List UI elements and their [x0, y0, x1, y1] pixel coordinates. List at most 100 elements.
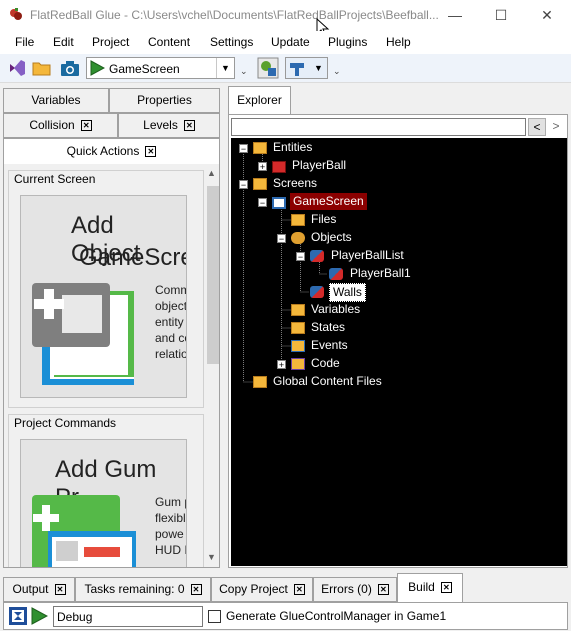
- build-bar: Generate GlueControlManager in Game1: [3, 602, 568, 630]
- menu-project[interactable]: Project: [92, 35, 129, 49]
- tab-tasks-remaining[interactable]: Tasks remaining: 0 ✕: [75, 577, 211, 602]
- tree-collapse-toggle[interactable]: −: [239, 180, 248, 190]
- tree-node-entities[interactable]: Entities: [273, 139, 312, 156]
- chevron-down-icon[interactable]: ▼: [216, 58, 234, 78]
- code-icon: [291, 358, 305, 370]
- tree-node-states[interactable]: States: [311, 319, 345, 336]
- close-icon[interactable]: ✕: [293, 584, 305, 596]
- tab-variables[interactable]: Variables: [3, 88, 109, 113]
- hammer-icon: [290, 63, 304, 76]
- group-header: Current Screen: [14, 172, 96, 186]
- tree-collapse-toggle[interactable]: −: [277, 234, 286, 244]
- scrollbar-thumb[interactable]: [207, 186, 219, 364]
- camera-icon[interactable]: [60, 58, 80, 78]
- menu-help[interactable]: Help: [386, 35, 411, 49]
- menu-update[interactable]: Update: [271, 35, 310, 49]
- close-icon[interactable]: ✕: [54, 584, 66, 596]
- events-icon: [291, 340, 305, 352]
- tab-label: Tasks remaining: 0: [84, 582, 185, 596]
- list-object-icon: [310, 250, 324, 262]
- tree-node-files[interactable]: Files: [311, 211, 336, 228]
- menu-edit[interactable]: Edit: [53, 35, 74, 49]
- tools-dropdown[interactable]: ▼: [285, 57, 328, 79]
- quick-actions-scrollbar[interactable]: ▲ ▼: [205, 166, 219, 566]
- tab-output[interactable]: Output ✕: [3, 577, 75, 602]
- chevron-up-icon[interactable]: ▲: [207, 168, 216, 178]
- tab-label: Properties: [137, 93, 192, 107]
- folder-icon: [253, 178, 267, 190]
- object-icon: [329, 268, 343, 280]
- close-icon[interactable]: ✕: [80, 120, 92, 132]
- add-gum-card[interactable]: Add Gum Pr Gum p flexibl powe HUD I: [20, 439, 187, 567]
- add-object-icon: [32, 283, 134, 385]
- close-icon[interactable]: ✕: [145, 146, 157, 158]
- menu-content[interactable]: Content: [148, 35, 190, 49]
- close-icon[interactable]: ✕: [190, 584, 202, 596]
- close-icon[interactable]: ✕: [183, 120, 195, 132]
- open-folder-icon[interactable]: [32, 58, 52, 78]
- tab-copy-project[interactable]: Copy Project ✕: [211, 577, 313, 602]
- tree-collapse-toggle[interactable]: −: [258, 198, 267, 208]
- toolbar: GameScreen ▼ ⌄ ▼ ⌄: [0, 54, 571, 83]
- tree-node-global-content-files[interactable]: Global Content Files: [273, 373, 382, 390]
- window-title: FlatRedBall Glue - C:\Users\vchel\Docume…: [30, 8, 439, 22]
- tab-label: Copy Project: [219, 582, 288, 596]
- add-object-card[interactable]: Add Object GameScre Comm object entity a…: [20, 195, 187, 398]
- generate-checkbox[interactable]: [208, 610, 221, 623]
- tree-node-playerball[interactable]: PlayerBall: [292, 157, 346, 174]
- close-icon[interactable]: ✕: [440, 582, 452, 594]
- build-configuration-input[interactable]: [53, 606, 203, 627]
- tree-node-objects[interactable]: Objects: [311, 229, 352, 246]
- screen-dropdown[interactable]: GameScreen ▼: [86, 57, 235, 79]
- tree-expand-toggle[interactable]: +: [258, 162, 267, 172]
- close-button[interactable]: ✕: [524, 0, 570, 31]
- tab-build[interactable]: Build ✕: [397, 573, 463, 602]
- tab-label: Levels: [143, 118, 178, 132]
- tree-node-screens[interactable]: Screens: [273, 175, 317, 192]
- tree-node-events[interactable]: Events: [311, 337, 348, 354]
- explorer-tree: − Entities + PlayerBall − Screens − Game…: [231, 138, 567, 566]
- minimize-button[interactable]: —: [432, 0, 478, 31]
- card-title: GameScre: [79, 244, 187, 271]
- tree-node-gamescreen[interactable]: GameScreen: [290, 193, 367, 210]
- close-icon[interactable]: ✕: [377, 584, 389, 596]
- menu-file[interactable]: File: [15, 35, 34, 49]
- menu-plugins[interactable]: Plugins: [328, 35, 367, 49]
- explorer-search-input[interactable]: [231, 118, 526, 136]
- add-gum-project-icon: [32, 495, 136, 567]
- tab-label: Errors (0): [321, 582, 372, 596]
- quick-actions-panel: Current Screen Add Object GameScre Comm …: [3, 164, 220, 568]
- tab-levels[interactable]: Levels ✕: [118, 113, 220, 138]
- object-icon: [310, 286, 324, 298]
- nav-forward-button[interactable]: >: [547, 118, 565, 136]
- toolbar-overflow-icon[interactable]: ⌄: [240, 66, 248, 77]
- tree-node-variables[interactable]: Variables: [311, 301, 360, 318]
- chevron-down-icon[interactable]: ▼: [207, 552, 216, 562]
- toolbar-overflow-icon[interactable]: ⌄: [333, 66, 341, 77]
- tab-label: Quick Actions: [66, 144, 140, 158]
- card-description: Comm object entity and co relatio: [155, 283, 187, 361]
- tab-quick-actions[interactable]: Quick Actions ✕: [3, 138, 220, 164]
- tree-expand-toggle[interactable]: +: [277, 360, 286, 370]
- tree-node-code[interactable]: Code: [311, 355, 340, 372]
- tab-label: Explorer: [237, 93, 282, 107]
- visual-studio-icon[interactable]: [7, 58, 27, 78]
- glue-tool-icon[interactable]: [257, 57, 279, 79]
- tab-errors[interactable]: Errors (0) ✕: [313, 577, 397, 602]
- tab-collision[interactable]: Collision ✕: [3, 113, 118, 138]
- run-icon[interactable]: [30, 607, 48, 625]
- build-icon[interactable]: [9, 607, 27, 625]
- folder-icon: [253, 142, 267, 154]
- tab-explorer[interactable]: Explorer: [228, 86, 291, 115]
- nav-back-button[interactable]: <: [528, 118, 546, 136]
- tree-collapse-toggle[interactable]: −: [239, 144, 248, 154]
- tree-node-playerball1[interactable]: PlayerBall1: [350, 265, 411, 282]
- menu-settings[interactable]: Settings: [210, 35, 253, 49]
- tab-properties[interactable]: Properties: [109, 88, 220, 113]
- app-icon: [10, 8, 22, 20]
- chevron-down-icon[interactable]: ▼: [310, 58, 327, 78]
- maximize-button[interactable]: ☐: [478, 0, 524, 31]
- tree-collapse-toggle[interactable]: −: [296, 252, 305, 262]
- tree-node-playerballlist[interactable]: PlayerBallList: [331, 247, 404, 264]
- tree-node-walls[interactable]: Walls: [329, 283, 366, 302]
